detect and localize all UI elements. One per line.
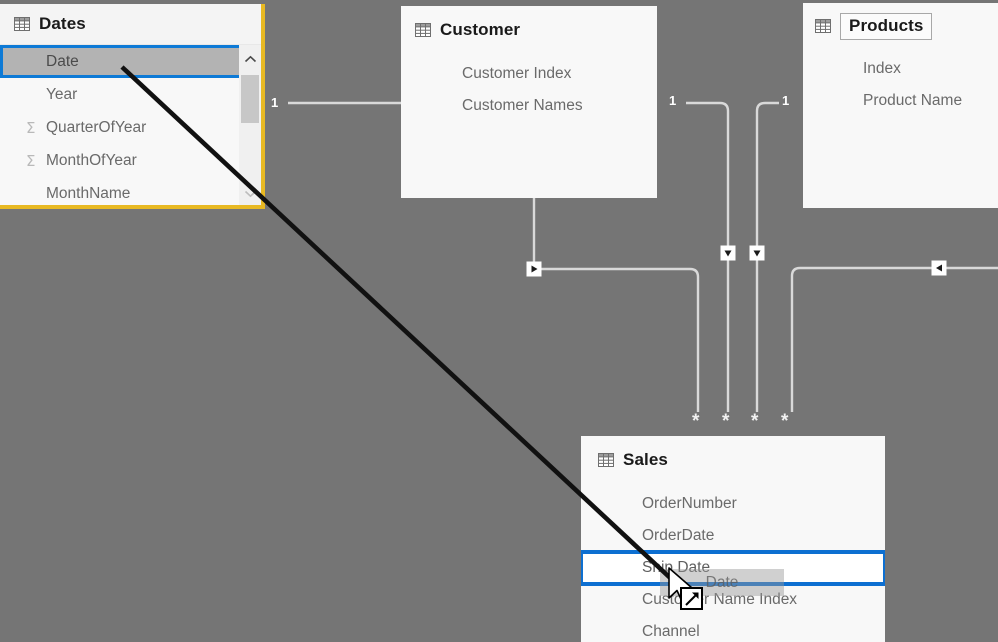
cardinality-one-customer: 1 bbox=[669, 93, 677, 108]
table-card-dates[interactable]: Dates Date Year Σ QuarterOfYear Σ MonthO… bbox=[0, 4, 265, 209]
table-header-dates[interactable]: Dates bbox=[0, 4, 261, 45]
vertical-scrollbar-dates[interactable] bbox=[239, 45, 261, 205]
table-card-sales[interactable]: Sales OrderNumber OrderDate Ship Date Cu… bbox=[581, 436, 885, 642]
relationship-products-sales-a bbox=[755, 101, 779, 412]
field-products-product-name[interactable]: Product Name bbox=[803, 85, 998, 117]
relationship-customer-sales bbox=[686, 101, 730, 412]
table-title-products[interactable]: Products bbox=[840, 12, 933, 40]
field-dates-monthname[interactable]: MonthName bbox=[0, 177, 261, 205]
table-card-customer[interactable]: Customer Customer Index Customer Names bbox=[401, 6, 657, 198]
field-label: OrderDate bbox=[642, 527, 715, 544]
field-products-index[interactable]: Index bbox=[803, 53, 998, 85]
field-dates-date[interactable]: Date bbox=[0, 45, 261, 78]
field-label: OrderNumber bbox=[642, 495, 737, 512]
field-sales-channel[interactable]: Channel bbox=[581, 616, 885, 642]
field-label: MonthOfYear bbox=[46, 151, 137, 169]
field-dates-quarterofyear[interactable]: Σ QuarterOfYear bbox=[0, 111, 261, 144]
field-dates-monthofyear[interactable]: Σ MonthOfYear bbox=[0, 144, 261, 177]
scroll-down-chevron-icon[interactable] bbox=[239, 181, 261, 205]
field-label: Year bbox=[46, 85, 78, 103]
field-label: MonthName bbox=[46, 184, 131, 202]
table-grid-icon bbox=[415, 23, 431, 37]
field-sales-orderdate[interactable]: OrderDate bbox=[581, 520, 885, 552]
field-customer-names[interactable]: Customer Names bbox=[401, 90, 657, 122]
table-header-customer[interactable]: Customer bbox=[401, 6, 657, 54]
table-card-products[interactable]: Products Index Product Name bbox=[803, 3, 998, 208]
cardinality-many-3: * bbox=[751, 411, 759, 432]
cardinality-many-2: * bbox=[722, 411, 730, 432]
drag-link-cursor bbox=[665, 566, 711, 619]
field-list-dates: Date Year Σ QuarterOfYear Σ MonthOfYear … bbox=[0, 45, 261, 205]
sigma-icon: Σ bbox=[26, 118, 36, 137]
field-label: Index bbox=[863, 60, 901, 77]
table-header-sales[interactable]: Sales bbox=[581, 436, 885, 484]
filter-direction-markers bbox=[526, 245, 947, 277]
cardinality-many-4: * bbox=[781, 411, 789, 432]
field-label: Product Name bbox=[863, 92, 963, 109]
cardinality-one-dates: 1 bbox=[271, 95, 279, 110]
field-list-customer: Customer Index Customer Names bbox=[401, 54, 657, 122]
field-list-products: Index Product Name bbox=[803, 49, 998, 117]
field-label: Customer Index bbox=[462, 65, 572, 82]
cardinality-one-products: 1 bbox=[782, 93, 790, 108]
table-title-dates: Dates bbox=[39, 14, 86, 33]
table-grid-icon bbox=[14, 17, 30, 31]
field-label: Channel bbox=[642, 623, 700, 640]
cardinality-many-1: * bbox=[692, 411, 700, 432]
scroll-up-chevron-icon[interactable] bbox=[239, 45, 261, 73]
table-grid-icon bbox=[815, 19, 831, 33]
table-title-customer: Customer bbox=[440, 20, 521, 39]
relationship-right-sales bbox=[790, 266, 998, 412]
scrollbar-thumb[interactable] bbox=[241, 75, 259, 123]
model-view-canvas[interactable]: 1 1 1 * * * * Dates Date Year Σ QuarterO… bbox=[0, 0, 998, 642]
table-title-sales: Sales bbox=[623, 450, 668, 469]
field-label: QuarterOfYear bbox=[46, 118, 147, 136]
field-dates-year[interactable]: Year bbox=[0, 78, 261, 111]
field-label: Customer Names bbox=[462, 97, 583, 114]
table-grid-icon bbox=[598, 453, 614, 467]
sigma-icon: Σ bbox=[26, 151, 36, 170]
table-header-products[interactable]: Products bbox=[803, 3, 998, 49]
field-sales-ordernumber[interactable]: OrderNumber bbox=[581, 488, 885, 520]
field-customer-index[interactable]: Customer Index bbox=[401, 58, 657, 90]
field-list-sales: OrderNumber OrderDate Ship Date Customer… bbox=[581, 484, 885, 642]
field-label: Date bbox=[46, 52, 79, 70]
